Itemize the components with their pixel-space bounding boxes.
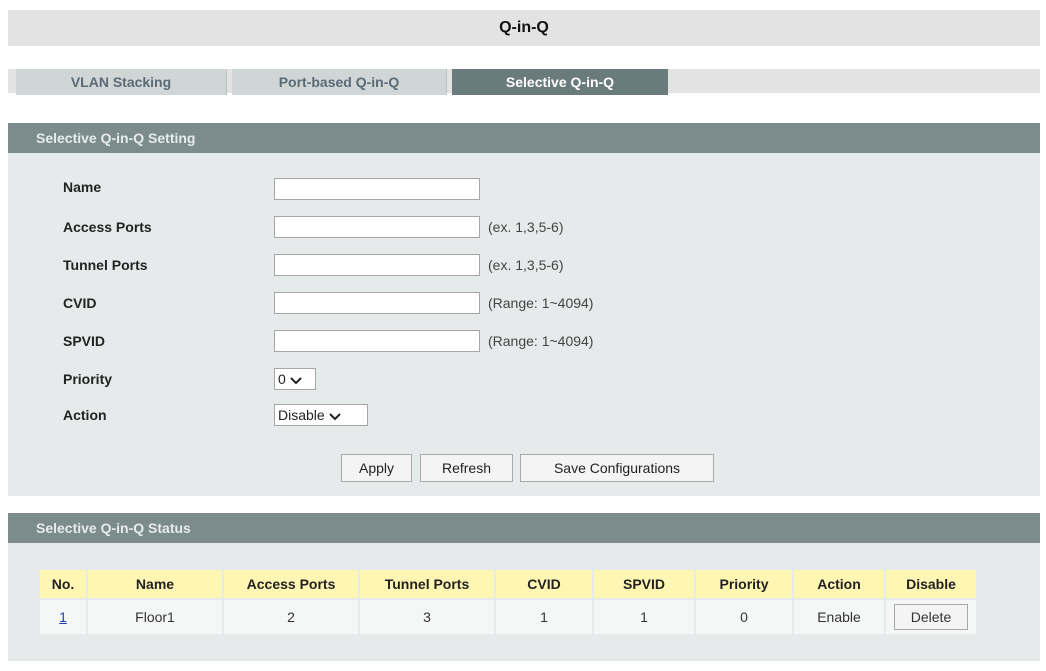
- action-selected-value: Disable: [278, 407, 325, 423]
- apply-button[interactable]: Apply: [341, 454, 412, 482]
- cell-tunnel-ports: 3: [358, 598, 496, 636]
- col-priority: Priority: [694, 568, 794, 600]
- status-panel-header: Selective Q-in-Q Status: [8, 513, 1040, 543]
- cell-access-ports: 2: [222, 598, 360, 636]
- access-ports-input[interactable]: [274, 216, 480, 238]
- cell-no: 1: [38, 598, 88, 636]
- cell-cvid: 1: [494, 598, 594, 636]
- status-table: No. Name Access Ports Tunnel Ports CVID …: [38, 568, 978, 636]
- cell-disable: Delete: [884, 598, 978, 636]
- chevron-down-icon: [328, 406, 341, 426]
- priority-select[interactable]: 0: [274, 368, 316, 390]
- spvid-input[interactable]: [274, 330, 480, 352]
- cell-name: Floor1: [86, 598, 224, 636]
- tab-selective-qinq[interactable]: Selective Q-in-Q: [452, 69, 668, 95]
- table-header-row: No. Name Access Ports Tunnel Ports CVID …: [38, 568, 978, 600]
- col-disable: Disable: [884, 568, 978, 600]
- name-input[interactable]: [274, 178, 480, 200]
- col-tunnel-ports: Tunnel Ports: [358, 568, 496, 600]
- cell-priority: 0: [694, 598, 794, 636]
- cvid-hint: (Range: 1~4094): [488, 295, 594, 311]
- access-ports-hint: (ex. 1,3,5-6): [488, 219, 564, 235]
- col-name: Name: [86, 568, 224, 600]
- cvid-input[interactable]: [274, 292, 480, 314]
- selective-qinq-setting-panel: Selective Q-in-Q Setting Name Access Por…: [8, 123, 1040, 496]
- tab-vlan-stacking[interactable]: VLAN Stacking: [16, 69, 227, 95]
- tunnel-ports-input[interactable]: [274, 254, 480, 276]
- table-row: 1 Floor1 2 3 1 1 0 Enable Delete: [38, 598, 978, 636]
- spvid-label: SPVID: [63, 333, 106, 349]
- save-configurations-button[interactable]: Save Configurations: [520, 454, 714, 482]
- action-label: Action: [63, 407, 107, 423]
- page-title: Q-in-Q: [8, 10, 1040, 46]
- setting-panel-header: Selective Q-in-Q Setting: [8, 123, 1040, 153]
- delete-button[interactable]: Delete: [894, 604, 968, 630]
- selective-qinq-status-panel: Selective Q-in-Q Status No. Name Access …: [8, 513, 1040, 661]
- refresh-button[interactable]: Refresh: [420, 454, 513, 482]
- col-spvid: SPVID: [592, 568, 696, 600]
- entry-number-link[interactable]: 1: [59, 609, 67, 625]
- priority-label: Priority: [63, 371, 113, 387]
- tab-bar: VLAN Stacking Port-based Q-in-Q Selectiv…: [8, 69, 1040, 95]
- cell-action: Enable: [792, 598, 886, 636]
- col-cvid: CVID: [494, 568, 594, 600]
- spvid-hint: (Range: 1~4094): [488, 333, 594, 349]
- col-no: No.: [38, 568, 88, 600]
- tab-port-based-qinq[interactable]: Port-based Q-in-Q: [232, 69, 447, 95]
- action-select[interactable]: Disable: [274, 404, 368, 426]
- cell-spvid: 1: [592, 598, 696, 636]
- name-label: Name: [63, 179, 102, 195]
- col-action: Action: [792, 568, 886, 600]
- priority-selected-value: 0: [278, 371, 286, 387]
- tunnel-ports-hint: (ex. 1,3,5-6): [488, 257, 564, 273]
- col-access-ports: Access Ports: [222, 568, 360, 600]
- access-ports-label: Access Ports: [63, 219, 152, 235]
- tunnel-ports-label: Tunnel Ports: [63, 257, 148, 273]
- cvid-label: CVID: [63, 295, 97, 311]
- chevron-down-icon: [290, 370, 302, 390]
